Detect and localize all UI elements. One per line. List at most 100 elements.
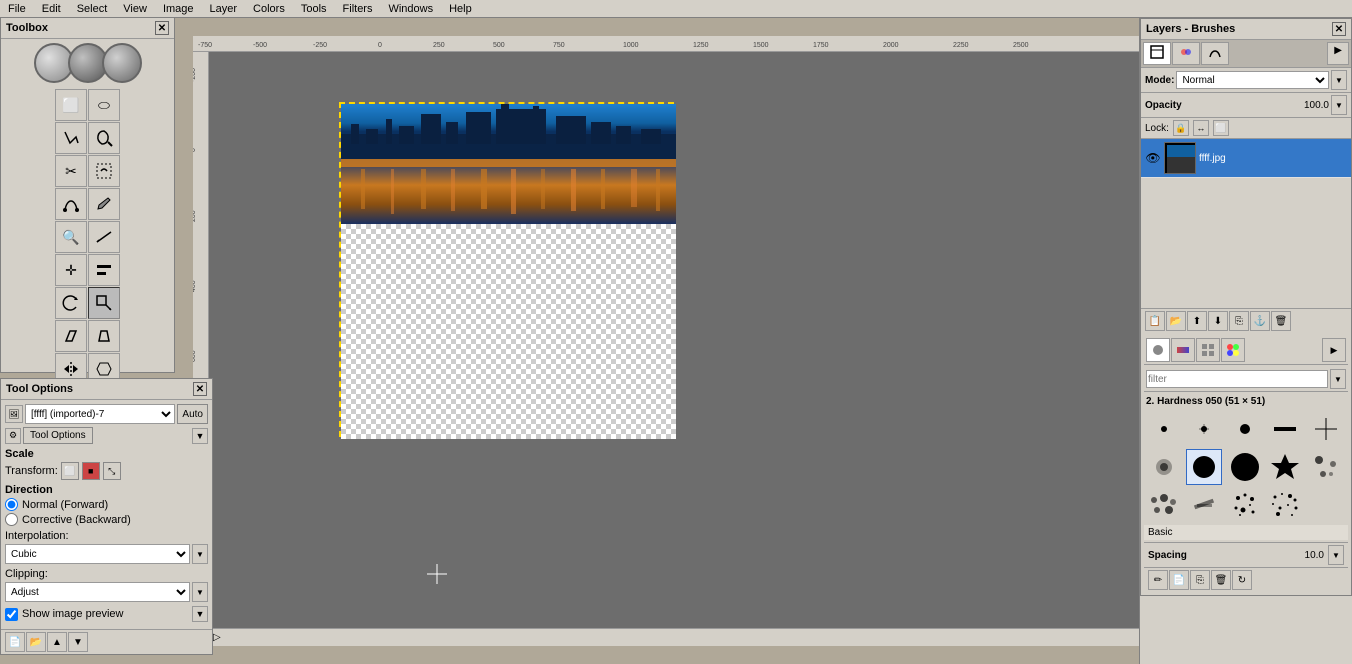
brush-item[interactable] [1146,449,1182,485]
tool-zoom[interactable]: 🔍 [55,221,87,253]
delete-brush-button[interactable]: 🗑 [1211,570,1231,590]
direction-corrective-radio[interactable] [5,513,18,526]
lock-alpha-button[interactable]: ⬜ [1213,120,1229,136]
open-layer-btn[interactable]: 📂 [1166,311,1186,331]
tool-scale[interactable] [88,287,120,319]
open-file-button[interactable]: 📂 [26,632,46,652]
image-canvas[interactable] [339,102,674,437]
brush-tab-pattern[interactable] [1196,338,1220,362]
brush-item[interactable] [1146,411,1182,447]
ctrl-circle[interactable] [102,43,142,83]
menu-help[interactable]: Help [445,2,476,16]
edit-brush-button[interactable]: ✏ [1148,570,1168,590]
brush-item[interactable] [1146,487,1182,523]
channels-tab[interactable] [1172,42,1200,65]
mode-dropdown-arrow[interactable]: ▼ [1331,70,1347,90]
transform-layer-btn[interactable]: ⬜ [61,462,79,480]
brush-item[interactable] [1186,487,1222,523]
layers-panel-menu[interactable]: ▶ [1327,42,1349,65]
direction-normal-radio[interactable] [5,498,18,511]
menu-tools[interactable]: Tools [297,2,331,16]
tool-scissors[interactable]: ✂ [55,155,87,187]
brush-filter-dropdown[interactable]: ▼ [1330,369,1346,389]
tool-move[interactable]: ✛ [55,254,87,286]
delete-layer-btn[interactable]: 🗑 [1271,311,1291,331]
brush-tab-circle[interactable] [1146,338,1170,362]
lock-position-button[interactable]: ↔ [1193,120,1209,136]
brush-item[interactable] [1308,449,1344,485]
tool-rect-select[interactable]: ⬜ [55,89,87,121]
up-button[interactable]: ▲ [47,632,67,652]
transform-path-btn[interactable]: ⤡ [103,462,121,480]
lower-layer-btn[interactable]: ⬇ [1208,311,1228,331]
brush-item-selected[interactable] [1186,449,1222,485]
brush-filter-input[interactable] [1146,370,1328,388]
refresh-brushes-button[interactable]: ↻ [1232,570,1252,590]
layers-close-button[interactable]: ✕ [1332,22,1346,36]
brush-item[interactable] [1186,411,1222,447]
menu-colors[interactable]: Colors [249,2,289,16]
tool-options-close-button[interactable]: ✕ [193,382,207,396]
tool-shear[interactable] [55,320,87,352]
tool-color-picker[interactable] [88,188,120,220]
menu-view[interactable]: View [119,2,151,16]
brush-item[interactable] [1267,487,1303,523]
brush-item[interactable] [1227,411,1263,447]
clipping-select[interactable]: Adjust [5,582,190,602]
brush-tab-palette[interactable] [1221,338,1245,362]
layer-item[interactable]: 👁 ffff.jpg [1141,139,1351,178]
mode-select[interactable]: Normal [1176,71,1329,89]
tool-options-menu-button[interactable]: ▼ [192,428,208,444]
brush-item[interactable] [1227,449,1263,485]
menu-layer[interactable]: Layer [206,2,242,16]
clipping-dropdown-arrow[interactable]: ▼ [192,582,208,602]
tool-options-tab[interactable]: Tool Options [23,427,93,444]
new-layer-from-visible-btn[interactable]: 📋 [1145,311,1165,331]
brush-item[interactable] [1227,487,1263,523]
menu-image[interactable]: Image [159,2,198,16]
transform-selection-btn[interactable]: ■ [82,462,100,480]
duplicate-brush-button[interactable]: ⎘ [1190,570,1210,590]
down-button[interactable]: ▼ [68,632,88,652]
paths-tab[interactable] [1201,42,1229,65]
menu-windows[interactable]: Windows [384,2,437,16]
interpolation-select[interactable]: Cubic [5,544,190,564]
tool-align[interactable] [88,254,120,286]
preview-options-btn[interactable]: ▼ [192,606,208,622]
lock-pixels-button[interactable]: 🔒 [1173,120,1189,136]
tool-rotate[interactable] [55,287,87,319]
tool-fuzzy-select[interactable] [88,122,120,154]
toolbox-close-button[interactable]: ✕ [155,21,169,35]
layer-select-dropdown[interactable]: [ffff] (imported)-7 [25,404,175,424]
duplicate-layer-btn[interactable]: ⎘ [1229,311,1249,331]
interpolation-dropdown-arrow[interactable]: ▼ [192,544,208,564]
brush-tab-gradient[interactable] [1171,338,1195,362]
layers-tab[interactable] [1143,42,1171,65]
brush-item[interactable] [1308,411,1344,447]
new-layer-button[interactable]: 📄 [5,632,25,652]
tool-measure[interactable] [88,221,120,253]
raise-layer-btn[interactable]: ⬆ [1187,311,1207,331]
create-brush-button[interactable]: 📄 [1169,570,1189,590]
tool-ellipse-select[interactable]: ⬭ [88,89,120,121]
show-preview-checkbox[interactable] [5,608,18,621]
menu-filters[interactable]: Filters [339,2,377,16]
canvas-area[interactable]: -750 -500 -250 0 250 500 750 1000 1250 1… [193,36,1139,646]
tool-paths[interactable] [55,188,87,220]
canvas-viewport[interactable] [209,52,1139,628]
brushes-panel-menu[interactable]: ▶ [1322,338,1346,362]
brush-item[interactable] [1267,449,1303,485]
anchor-layer-btn[interactable]: ⚓ [1250,311,1270,331]
tool-free-select[interactable] [55,122,87,154]
menu-edit[interactable]: Edit [38,2,65,16]
opacity-stepper[interactable]: ▼ [1331,95,1347,115]
menu-file[interactable]: File [4,2,30,16]
tool-perspective[interactable] [88,320,120,352]
brush-item[interactable] [1267,411,1303,447]
tool-fg-select[interactable] [88,155,120,187]
tool-options-icon[interactable]: ⚙ [5,428,21,444]
spacing-stepper[interactable]: ▼ [1328,545,1344,565]
auto-button[interactable]: Auto [177,404,208,424]
layer-visibility-toggle[interactable]: 👁 [1145,150,1161,166]
menu-select[interactable]: Select [73,2,112,16]
